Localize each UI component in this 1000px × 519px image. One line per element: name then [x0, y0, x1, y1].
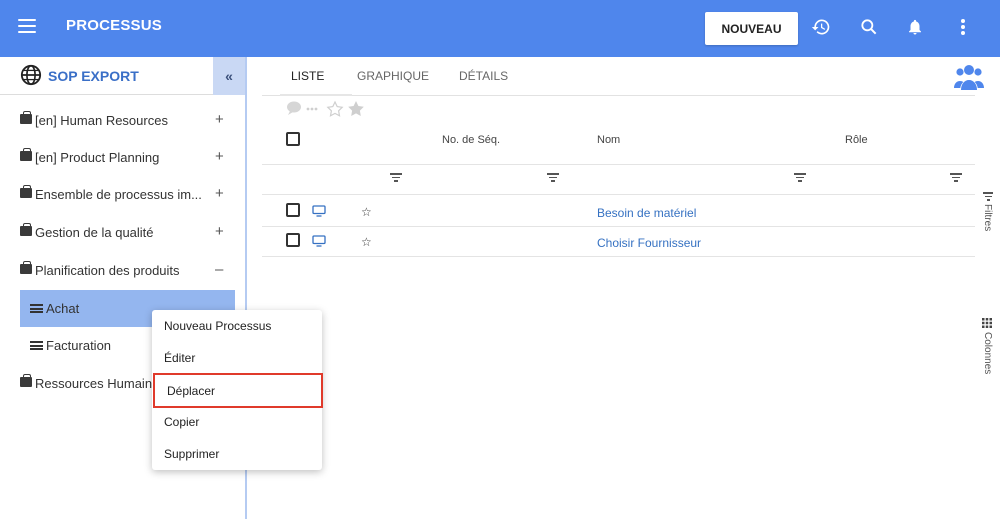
tree-item-label: [en] Human Resources: [35, 113, 168, 128]
menu-item-edit[interactable]: Éditer: [152, 342, 322, 374]
bell-icon[interactable]: [904, 16, 926, 38]
tree-item-label: Ensemble de processus im...: [35, 187, 202, 202]
column-header-nom[interactable]: Nom: [597, 134, 620, 146]
row-checkbox[interactable]: [286, 233, 300, 247]
process-icon: [30, 341, 43, 350]
new-button[interactable]: NOUVEAU: [705, 12, 798, 45]
expand-icon[interactable]: +: [215, 111, 224, 128]
row-divider: [262, 256, 975, 257]
tabs-divider: [262, 95, 975, 96]
users-icon[interactable]: [953, 62, 985, 92]
tree-item-label: Ressources Humain: [35, 376, 153, 391]
tree-item-label: Achat: [46, 301, 80, 316]
column-header-seq[interactable]: No. de Séq.: [442, 134, 500, 146]
row-divider: [262, 164, 975, 165]
column-header-role[interactable]: Rôle: [845, 134, 868, 146]
menu-item-delete[interactable]: Supprimer: [152, 438, 322, 470]
page-title: PROCESSUS: [66, 17, 162, 34]
process-name-link[interactable]: Besoin de matériel: [597, 206, 696, 220]
columns-panel-toggle[interactable]: Colonnes: [982, 318, 994, 374]
tab-graphique[interactable]: GRAPHIQUE: [357, 69, 429, 83]
search-icon[interactable]: [858, 16, 880, 38]
tree-item-planification[interactable]: Planification des produits –: [0, 252, 245, 289]
briefcase-icon: [20, 148, 32, 161]
collapse-sidebar-button[interactable]: «: [213, 57, 245, 95]
row-divider: [262, 226, 975, 227]
tree-item-gestion-qualite[interactable]: Gestion de la qualité +: [0, 214, 245, 251]
active-tab-indicator: [280, 94, 352, 96]
more-vert-icon[interactable]: [952, 16, 974, 38]
monitor-icon[interactable]: [312, 205, 326, 217]
tree-item-label: [en] Product Planning: [35, 150, 160, 165]
briefcase-icon: [20, 374, 32, 387]
tab-details[interactable]: DÉTAILS: [459, 69, 508, 83]
briefcase-icon: [20, 261, 32, 274]
process-name-link[interactable]: Choisir Fournisseur: [597, 236, 701, 250]
sidebar-title: SOP EXPORT: [48, 68, 139, 84]
tree-item-human-resources[interactable]: [en] Human Resources +: [0, 102, 245, 139]
tree-item-label: Facturation: [46, 338, 112, 353]
globe-icon: [20, 64, 42, 86]
expand-icon[interactable]: +: [215, 185, 224, 202]
tree-item-label: Planification des produits: [35, 263, 180, 278]
briefcase-icon: [20, 111, 32, 124]
context-menu: Nouveau Processus Éditer Déplacer Copier…: [152, 310, 323, 470]
favorite-star-icon[interactable]: ☆: [361, 205, 372, 219]
tab-liste[interactable]: LISTE: [291, 69, 324, 83]
filter-icon: [982, 192, 994, 201]
main-content: [249, 57, 1000, 519]
filter-icon[interactable]: [950, 173, 962, 182]
filters-label: Filtres: [982, 204, 993, 232]
menu-item-copy[interactable]: Copier: [152, 406, 322, 438]
favorite-star-icon[interactable]: ☆: [361, 235, 372, 249]
sidebar-header: SOP EXPORT «: [0, 57, 245, 95]
row-divider: [262, 194, 975, 195]
filter-icon[interactable]: [547, 173, 559, 182]
expand-icon[interactable]: +: [215, 223, 224, 240]
filter-icon[interactable]: [794, 173, 806, 182]
columns-label: Colonnes: [982, 332, 993, 375]
process-icon: [30, 304, 43, 313]
menu-item-move[interactable]: Déplacer: [153, 373, 323, 408]
tree-item-product-planning[interactable]: [en] Product Planning +: [0, 139, 245, 176]
briefcase-icon: [20, 223, 32, 236]
top-app-bar: PROCESSUS NOUVEAU: [0, 0, 1000, 57]
select-all-checkbox[interactable]: [286, 132, 300, 146]
menu-icon[interactable]: [18, 19, 36, 33]
filter-icon[interactable]: [390, 173, 402, 182]
monitor-icon[interactable]: [312, 235, 326, 247]
menu-item-new-process[interactable]: Nouveau Processus: [152, 310, 322, 342]
grid-icon: [982, 318, 992, 328]
tree-item-ensemble[interactable]: Ensemble de processus im... +: [0, 176, 245, 213]
filters-panel-toggle[interactable]: Filtres: [982, 192, 994, 231]
tree-item-label: Gestion de la qualité: [35, 225, 154, 240]
faded-actions-icons: [287, 100, 364, 117]
row-checkbox[interactable]: [286, 203, 300, 217]
briefcase-icon: [20, 185, 32, 198]
expand-icon[interactable]: +: [215, 148, 224, 165]
collapse-icon[interactable]: –: [215, 261, 223, 278]
history-icon[interactable]: [810, 16, 832, 38]
